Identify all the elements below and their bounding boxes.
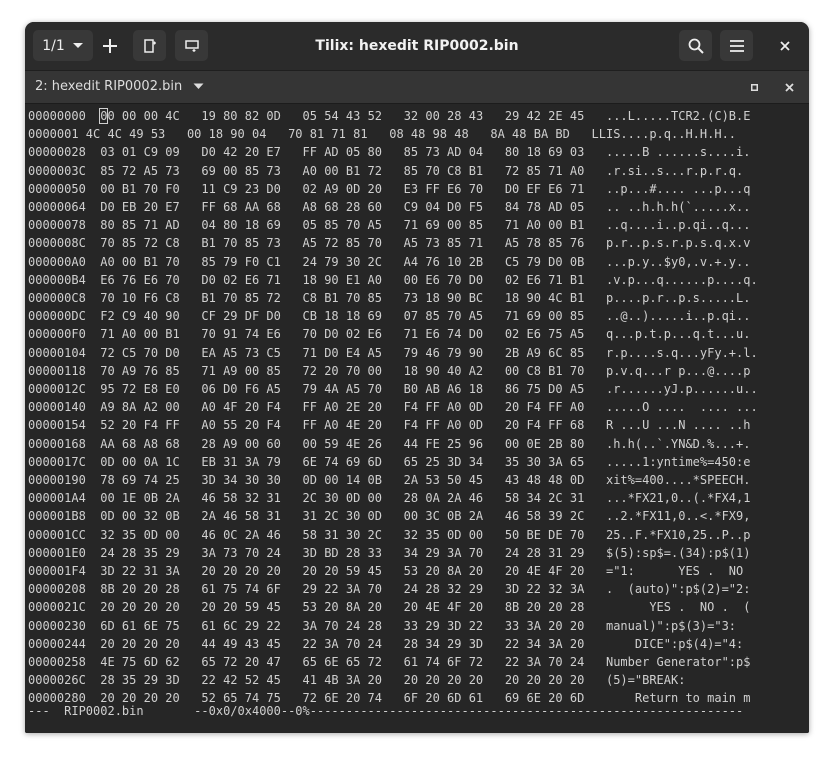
hexdump-row: 00000078 80 85 71 AD 04 80 18 69 05 85 7…	[28, 218, 751, 233]
close-icon	[780, 40, 790, 51]
hexdump-row: 00000000 00 00 00 4C 19 80 82 0D 05 54 4…	[28, 108, 751, 124]
hexdump-row: 00000154 52 20 F4 FF A0 55 20 F4 FF A0 4…	[28, 418, 751, 433]
hexdump-row: 000001A4 00 1E 0B 2A 46 58 32 31 2C 30 0…	[28, 491, 751, 506]
hexdump-row: 00000140 A9 8A A2 00 A0 4F 20 F4 FF A0 2…	[28, 400, 758, 415]
close-icon	[784, 82, 794, 92]
hexdump-row: 000000DC F2 C9 40 90 CF 29 DF D0 CB 18 1…	[28, 309, 751, 324]
session-switcher-button[interactable]: 1/1	[33, 30, 93, 61]
terminal-title-dropdown[interactable]: 2: hexedit RIP0002.bin	[35, 71, 204, 103]
maximize-terminal-button[interactable]	[747, 80, 761, 94]
hexdump-row: 000000A0 A0 00 B1 70 85 79 F0 C1 24 79 3…	[28, 254, 751, 269]
split-right-icon	[143, 38, 156, 53]
window-title: Tilix: hexedit RIP0002.bin	[315, 38, 519, 54]
hexdump-row: 00000258 4E 75 6D 62 65 72 20 47 65 6E 6…	[28, 655, 751, 669]
terminal-output[interactable]: 00000000 00 00 00 4C 19 80 82 0D 05 54 4…	[25, 104, 809, 733]
hexdump-row: 000001E0 24 28 35 29 3A 73 70 24 3D BD 2…	[28, 545, 751, 560]
session-label: 1/1	[42, 37, 65, 54]
terminal-title: 2: hexedit RIP0002.bin	[35, 79, 183, 94]
hexdump-row: 000000B4 E6 76 E6 70 D0 02 E6 71 18 90 E…	[28, 272, 758, 287]
status-line: --- RIP0002.bin --0x0/0x4000--0%--------…	[28, 704, 744, 718]
hexdump-row: 000000F0 71 A0 00 B1 70 91 74 E6 70 D0 0…	[28, 327, 751, 342]
terminal-tab-bar: 2: hexedit RIP0002.bin	[25, 71, 809, 104]
hexdump-row: 00000168 AA 68 A8 68 28 A9 00 60 00 59 4…	[28, 436, 751, 451]
hexdump-row: 0000008C 70 85 72 C8 B1 70 85 73 A5 72 8…	[28, 236, 751, 251]
hamburger-menu-icon	[729, 39, 744, 52]
hexdump-row: 000001B8 0D 00 32 0B 2A 46 58 31 31 2C 3…	[28, 509, 751, 524]
split-right-button[interactable]	[133, 30, 166, 61]
add-terminal-button[interactable]	[95, 30, 125, 61]
hexdump-row: 0000003C 85 72 A5 73 69 00 85 73 A0 00 B…	[28, 163, 744, 178]
titlebar: 1/1 Tilix: hexedit RIP0002.bin	[25, 22, 809, 71]
hexdump-row-rest: 0 00 00 4C 19 80 82 0D 05 54 43 52 32 00…	[107, 109, 751, 123]
hexdump-row: 00000208 8B 20 20 28 61 75 74 6F 29 22 3…	[28, 582, 751, 597]
chevron-down-icon	[193, 83, 204, 89]
hexdump-row: 00000230 6D 61 6E 75 61 6C 29 22 3A 70 2…	[28, 618, 751, 633]
hexdump-row: 0000001 4C 4C 49 53 00 18 90 04 70 81 71…	[28, 127, 737, 142]
menu-button[interactable]	[720, 30, 753, 61]
hexdump-row: 0000017C 0D 00 0A 1C EB 31 3A 79 6E 74 6…	[28, 454, 751, 469]
hexdump-row: 00000064 D0 EB 20 E7 FF 68 AA 68 A8 68 2…	[28, 200, 751, 214]
search-icon	[688, 38, 704, 54]
split-down-button[interactable]	[175, 30, 208, 61]
tilix-window: 1/1 Tilix: hexedit RIP0002.bin 2: hexedi…	[25, 22, 809, 733]
hexdump-row: 0000026C 28 35 29 3D 22 42 52 45 41 4B 3…	[28, 673, 751, 688]
hexdump-row: 00000118 70 A9 76 85 71 A9 00 85 72 20 7…	[28, 363, 751, 378]
hexdump-row: 00000104 72 C5 70 D0 EA A5 73 C5 71 D0 E…	[28, 345, 758, 360]
plus-icon	[103, 38, 117, 53]
hexdump-row: 000000C8 70 10 F6 C8 B1 70 85 72 C8 B1 7…	[28, 291, 751, 305]
maximize-icon	[750, 83, 758, 91]
hexdump-row: 0000021C 20 20 20 20 20 20 59 45 53 20 8…	[28, 600, 751, 615]
hexdump-row: 00000028 03 01 C9 09 D0 42 20 E7 FF AD 0…	[28, 145, 751, 160]
close-terminal-button[interactable]	[782, 80, 796, 94]
chevron-down-icon	[72, 42, 83, 48]
hexdump-row: 000001CC 32 35 0D 00 46 0C 2A 46 58 31 3…	[28, 527, 751, 542]
split-down-icon	[184, 39, 199, 52]
hexdump-row: 0000012C 95 72 E8 E0 06 D0 F6 A5 79 4A A…	[28, 382, 758, 396]
hexdump-row: 00000050 00 B1 70 F0 11 C9 23 D0 02 A9 0…	[28, 181, 751, 196]
hexdump-row: 00000190 78 69 74 25 3D 34 30 30 0D 00 1…	[28, 473, 751, 487]
close-window-button[interactable]	[773, 30, 797, 61]
search-button[interactable]	[679, 30, 712, 61]
hexdump-row: 00000244 20 20 20 20 44 49 43 45 22 3A 7…	[28, 636, 751, 651]
hexdump-row: 000001F4 3D 22 31 3A 20 20 20 20 20 20 5…	[28, 564, 751, 578]
